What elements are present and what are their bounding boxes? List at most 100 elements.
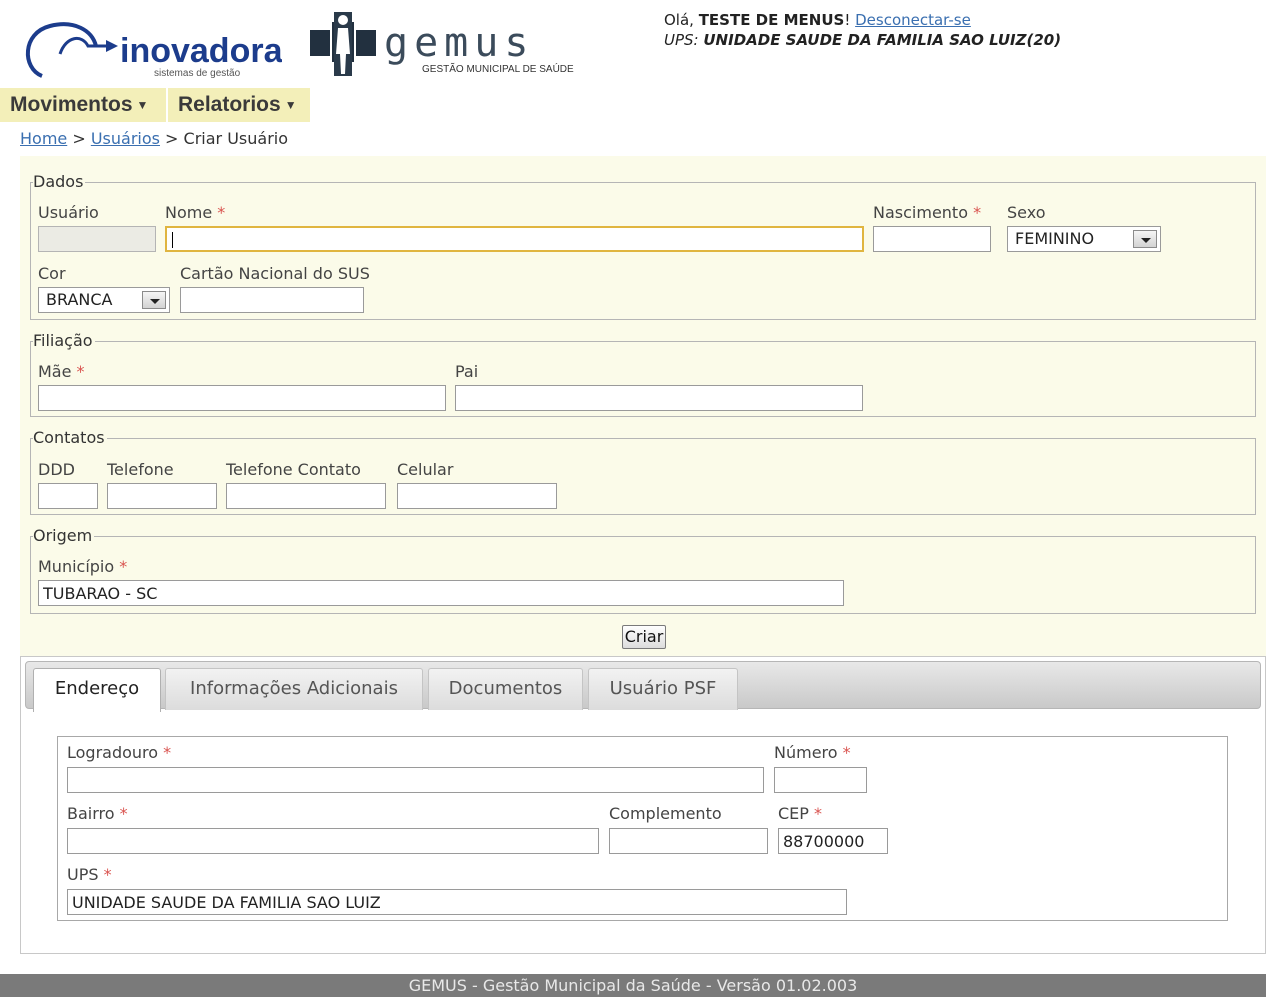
required-mark: * — [103, 865, 112, 884]
required-mark: * — [814, 804, 823, 823]
telefone-contato-field[interactable] — [226, 483, 386, 509]
label-sexo: Sexo — [1007, 203, 1046, 222]
numero-field[interactable] — [774, 767, 867, 793]
fieldset-filiacao: Filiação Mãe * Pai — [30, 332, 1256, 417]
menu-relatorios[interactable]: Relatorios ▼ — [168, 88, 310, 122]
gemus-logo: gemus GESTÃO MUNICIPAL DE SAÚDE — [310, 8, 610, 80]
menu-relatorios-label: Relatorios — [178, 93, 281, 116]
mae-field[interactable] — [38, 385, 446, 411]
legend-contatos: Contatos — [33, 428, 107, 447]
greeting-text: Olá, — [664, 11, 699, 29]
bairro-field[interactable] — [67, 828, 599, 854]
text-cursor — [172, 232, 173, 248]
label-cep-text: CEP — [778, 804, 809, 823]
required-mark: * — [217, 203, 226, 222]
tab-usuario-psf[interactable]: Usuário PSF — [588, 668, 738, 710]
ups-field[interactable] — [67, 889, 847, 915]
pai-field[interactable] — [455, 385, 863, 411]
label-nascimento-text: Nascimento — [873, 203, 968, 222]
dropdown-arrow-icon[interactable] — [142, 291, 166, 309]
menu-movimentos-label: Movimentos — [10, 93, 133, 116]
label-bairro-text: Bairro — [67, 804, 115, 823]
celular-field[interactable] — [397, 483, 557, 509]
label-usuario: Usuário — [38, 203, 99, 222]
user-name: TESTE DE MENUS — [698, 11, 845, 29]
label-logradouro: Logradouro * — [67, 743, 171, 763]
breadcrumb-home[interactable]: Home — [20, 129, 67, 148]
ddd-field[interactable] — [38, 483, 98, 509]
label-municipio-text: Município — [38, 557, 115, 576]
inovadora-tagline: sistemas de gestão — [154, 68, 241, 79]
usuario-field — [38, 226, 156, 252]
legend-origem: Origem — [33, 526, 95, 545]
label-numero: Número * — [774, 743, 851, 763]
required-mark: * — [163, 743, 172, 762]
label-ups-text: UPS — [67, 865, 99, 884]
label-bairro: Bairro * — [67, 804, 128, 824]
telefone-field[interactable] — [107, 483, 217, 509]
user-greeting-line: Olá, TESTE DE MENUS! Desconectar-se — [664, 10, 1061, 30]
cor-select[interactable]: BRANCA — [38, 287, 170, 313]
gemus-brand-text: gemus — [384, 20, 534, 66]
tabs-panel: Endereço Informações Adicionais Document… — [20, 656, 1266, 954]
tab-documentos[interactable]: Documentos — [428, 668, 583, 710]
footer: GEMUS - Gestão Municipal da Saúde - Vers… — [0, 974, 1266, 997]
ups-label: UPS: — [664, 31, 704, 49]
inovadora-swoosh-icon: inovadora sistemas de gestão — [26, 22, 284, 79]
label-nome: Nome * — [165, 203, 225, 223]
label-nome-text: Nome — [165, 203, 213, 222]
label-cartao-sus: Cartão Nacional do SUS — [180, 264, 370, 283]
label-mae: Mãe * — [38, 362, 85, 382]
legend-filiacao: Filiação — [33, 331, 95, 350]
menu-bar: Movimentos ▼ Relatorios ▼ — [0, 88, 1266, 122]
legend-dados: Dados — [33, 172, 86, 191]
nome-field[interactable] — [165, 226, 864, 252]
chevron-down-icon: ▼ — [136, 98, 149, 113]
dropdown-arrow-icon[interactable] — [1133, 230, 1157, 248]
gemus-tagline: GESTÃO MUNICIPAL DE SAÚDE — [422, 62, 574, 75]
breadcrumb-separator: > — [159, 129, 184, 148]
label-pai: Pai — [455, 362, 479, 381]
municipio-field[interactable] — [38, 580, 844, 606]
sexo-select[interactable]: FEMININO — [1007, 226, 1161, 252]
inovadora-logo: inovadora sistemas de gestão — [12, 8, 284, 84]
tab-bar: Endereço Informações Adicionais Document… — [25, 661, 1261, 712]
logradouro-field[interactable] — [67, 767, 764, 793]
label-logradouro-text: Logradouro — [67, 743, 159, 762]
label-ddd: DDD — [38, 460, 75, 479]
sexo-selected: FEMININO — [1015, 229, 1095, 248]
label-mae-text: Mãe — [38, 362, 72, 381]
required-mark: * — [842, 743, 851, 762]
breadcrumb: Home > Usuários > Criar Usuário — [20, 129, 288, 148]
tab-informacoes-adicionais[interactable]: Informações Adicionais — [165, 668, 423, 710]
complemento-field[interactable] — [609, 828, 768, 854]
fieldset-contatos: Contatos DDD Telefone Telefone Contato C… — [30, 429, 1256, 515]
menu-movimentos[interactable]: Movimentos ▼ — [0, 88, 166, 122]
tab-endereco[interactable]: Endereço — [33, 668, 161, 712]
cartao-sus-field[interactable] — [180, 287, 364, 313]
header: inovadora sistemas de gestão gemus GESTÃ… — [0, 0, 1266, 88]
ups-line: UPS: UNIDADE SAUDE DA FAMILIA SAO LUIZ(2… — [664, 30, 1061, 50]
label-cep: CEP * — [778, 804, 822, 824]
label-telefone-contato: Telefone Contato — [226, 460, 361, 479]
label-telefone: Telefone — [107, 460, 174, 479]
tab-content-endereco: Logradouro * Número * Bairro * Complemen… — [57, 736, 1228, 921]
user-form-panel: Dados Usuário Nome * Nascimento * Sexo F… — [20, 156, 1266, 656]
label-municipio: Município * — [38, 557, 127, 577]
criar-button[interactable]: Criar — [622, 625, 666, 649]
breadcrumb-usuarios[interactable]: Usuários — [91, 129, 160, 148]
required-mark: * — [119, 804, 128, 823]
inovadora-brand-text: inovadora — [120, 32, 282, 70]
label-ups: UPS * — [67, 865, 112, 885]
label-cor: Cor — [38, 264, 66, 283]
nascimento-field[interactable] — [873, 226, 991, 252]
required-mark: * — [119, 557, 128, 576]
logout-link[interactable]: Desconectar-se — [855, 11, 971, 29]
chevron-down-icon: ▼ — [284, 98, 297, 113]
label-numero-text: Número — [774, 743, 838, 762]
ups-value: UNIDADE SAUDE DA FAMILIA SAO LUIZ(20) — [703, 31, 1062, 49]
fieldset-dados: Dados Usuário Nome * Nascimento * Sexo F… — [30, 173, 1256, 320]
fieldset-origem: Origem Município * — [30, 527, 1256, 614]
cep-field[interactable] — [778, 828, 888, 854]
gemus-figure-icon: gemus GESTÃO MUNICIPAL DE SAÚDE — [310, 12, 574, 76]
